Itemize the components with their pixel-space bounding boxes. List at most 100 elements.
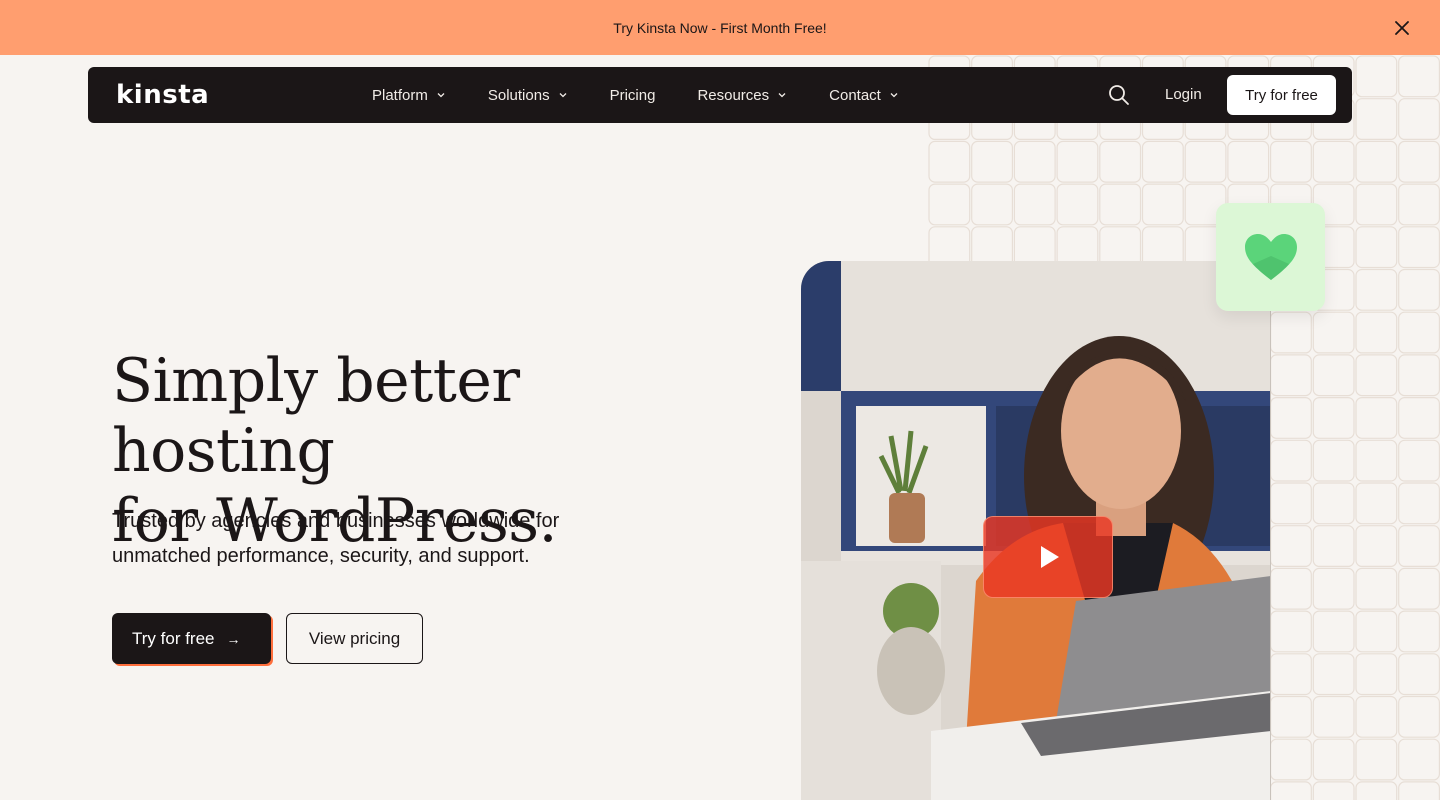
grid-cell — [1355, 268, 1398, 311]
grid-cell — [1355, 653, 1398, 696]
grid-cell — [1398, 98, 1440, 140]
grid-cell — [1355, 482, 1398, 525]
grid-cell — [1013, 183, 1056, 226]
grid-cell — [1398, 354, 1440, 397]
grid-cell — [1312, 610, 1355, 653]
grid-cell — [1355, 140, 1398, 183]
nav-item-label: Solutions — [487, 86, 550, 104]
grid-cell — [1312, 397, 1355, 439]
grid-cell — [1398, 610, 1440, 653]
chevron-down-icon — [890, 93, 898, 98]
main-navbar: kinsta Platform Solutions Pricing Resour… — [88, 67, 1352, 123]
nav-try-free-button[interactable]: Try for free — [1227, 75, 1336, 115]
grid-cell — [1099, 140, 1142, 183]
nav-item-pricing[interactable]: Pricing — [610, 87, 656, 104]
grid-cell — [1056, 183, 1099, 226]
heart-icon — [1244, 234, 1297, 280]
grid-cell — [1270, 738, 1312, 781]
grid-cell — [1355, 354, 1398, 397]
grid-cell — [1312, 738, 1355, 781]
grid-cell — [1270, 695, 1312, 738]
grid-cell — [971, 140, 1014, 183]
button-label: Try for free — [132, 628, 215, 648]
grid-cell — [1398, 653, 1440, 696]
chevron-down-icon — [778, 93, 786, 98]
grid-cell — [971, 183, 1014, 226]
nav-item-label: Resources — [697, 86, 770, 104]
grid-cell — [1398, 439, 1440, 482]
hero-subtitle-line: unmatched performance, security, and sup… — [112, 545, 530, 567]
grid-cell — [1398, 738, 1440, 781]
arrow-right-icon: → — [226, 630, 241, 647]
grid-cell — [1312, 653, 1355, 696]
grid-cell — [1398, 397, 1440, 439]
grid-cell — [1141, 183, 1184, 226]
grid-cell — [1355, 610, 1398, 653]
grid-cell — [1398, 525, 1440, 567]
grid-cell — [1141, 140, 1184, 183]
grid-cell — [1398, 311, 1440, 354]
grid-cell — [1312, 439, 1355, 482]
login-link[interactable]: Login — [1165, 86, 1202, 103]
grid-cell — [1013, 140, 1056, 183]
grid-cell — [1312, 354, 1355, 397]
promo-text[interactable]: Try Kinsta Now - First Month Free! — [613, 20, 826, 36]
grid-cell — [1099, 183, 1142, 226]
grid-cell — [1398, 482, 1440, 525]
grid-cell — [1270, 397, 1312, 439]
kinsta-logo[interactable]: kinsta — [116, 80, 209, 110]
nav-item-platform[interactable]: Platform — [372, 87, 446, 104]
grid-cell — [1355, 98, 1398, 141]
grid-cell — [1398, 226, 1440, 269]
grid-cell — [1398, 55, 1440, 98]
grid-cell — [1312, 311, 1355, 354]
grid-cell — [1355, 183, 1398, 226]
grid-cell — [1270, 140, 1312, 183]
grid-cell — [1270, 525, 1312, 568]
play-video-button[interactable] — [983, 516, 1113, 598]
grid-cell — [1270, 567, 1312, 610]
grid-cell — [1270, 439, 1312, 482]
nav-item-label: Platform — [372, 86, 428, 104]
grid-cell — [1398, 183, 1440, 226]
grid-cell — [1270, 311, 1312, 354]
grid-cell — [1312, 781, 1355, 800]
view-pricing-button[interactable]: View pricing — [286, 613, 423, 664]
hero-title-line: Simply better hosting — [112, 346, 520, 486]
try-for-free-button[interactable]: Try for free → — [112, 613, 271, 664]
grid-cell — [1056, 140, 1099, 183]
hero-subtitle-line: Trusted by agencies and businesses world… — [112, 510, 560, 532]
grid-cell — [1270, 482, 1312, 525]
grid-cell — [1398, 781, 1440, 800]
grid-cell — [1355, 567, 1398, 610]
nav-item-label: Pricing — [609, 86, 656, 104]
promo-bar: Try Kinsta Now - First Month Free! — [0, 0, 1440, 55]
chevron-down-icon — [559, 93, 567, 98]
grid-cell — [1312, 525, 1355, 568]
grid-cell — [1312, 482, 1355, 525]
grid-cell — [1355, 439, 1398, 482]
grid-cell — [1227, 140, 1270, 183]
grid-cell — [1270, 781, 1312, 800]
nav-item-resources[interactable]: Resources — [697, 87, 787, 104]
hero-subtitle: Trusted by agencies and businesses world… — [112, 504, 672, 574]
nav-item-contact[interactable]: Contact — [829, 87, 899, 104]
grid-cell — [1398, 695, 1440, 738]
grid-cell — [1355, 397, 1398, 439]
grid-cell — [1312, 567, 1355, 610]
grid-cell — [928, 140, 971, 183]
grid-cell — [1355, 226, 1398, 269]
play-icon — [1041, 546, 1059, 568]
search-icon[interactable] — [1108, 84, 1130, 106]
grid-cell — [1270, 610, 1312, 653]
nav-item-solutions[interactable]: Solutions — [488, 87, 568, 104]
close-icon[interactable] — [1392, 18, 1412, 38]
grid-cell — [1312, 140, 1355, 183]
grid-cell — [1184, 140, 1227, 183]
grid-cell — [1355, 781, 1398, 800]
heart-badge — [1216, 203, 1325, 311]
grid-cell — [1398, 567, 1440, 610]
grid-cell — [1398, 268, 1440, 311]
nav-menu: Platform Solutions Pricing Resources Con… — [372, 67, 941, 123]
grid-cell — [1398, 140, 1440, 183]
